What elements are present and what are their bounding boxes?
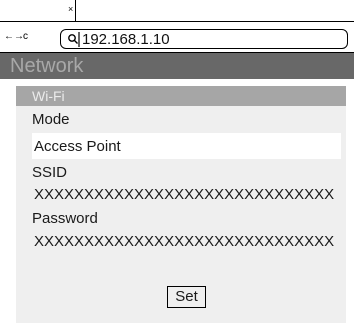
- text-cursor: [78, 32, 80, 47]
- reload-icon[interactable]: c: [23, 31, 28, 43]
- page-header: Network: [0, 53, 354, 79]
- tabbar-edge: [76, 21, 354, 22]
- page-content: Network Wi-Fi Mode Access Point SSID XXX…: [0, 53, 354, 323]
- mode-select[interactable]: Access Point: [32, 133, 341, 159]
- password-input[interactable]: XXXXXXXXXXXXXXXXXXXXXXXXXXXXXX: [32, 233, 341, 250]
- password-label: Password: [32, 210, 98, 227]
- ssid-label: SSID: [32, 164, 68, 181]
- close-icon[interactable]: ×: [68, 4, 73, 14]
- browser-tab[interactable]: ×: [0, 0, 76, 22]
- set-button[interactable]: Set: [167, 286, 206, 308]
- wifi-panel-title: Wi-Fi: [32, 88, 65, 104]
- ssid-input[interactable]: XXXXXXXXXXXXXXXXXXXXXXXXXXXXXX: [32, 186, 341, 203]
- wifi-panel: Wi-Fi Mode Access Point SSID XXXXXXXXXXX…: [16, 86, 346, 323]
- address-text: 192.168.1.10: [82, 31, 170, 48]
- page-title: Network: [10, 55, 84, 77]
- wifi-panel-header: Wi-Fi: [16, 86, 346, 106]
- address-bar[interactable]: 192.168.1.10: [60, 29, 348, 49]
- back-arrow-icon[interactable]: ←: [4, 31, 14, 43]
- browser-window: × ← → c 192.168.1.10 Network Wi-Fi Mode …: [0, 0, 354, 323]
- mode-label: Mode: [32, 111, 70, 128]
